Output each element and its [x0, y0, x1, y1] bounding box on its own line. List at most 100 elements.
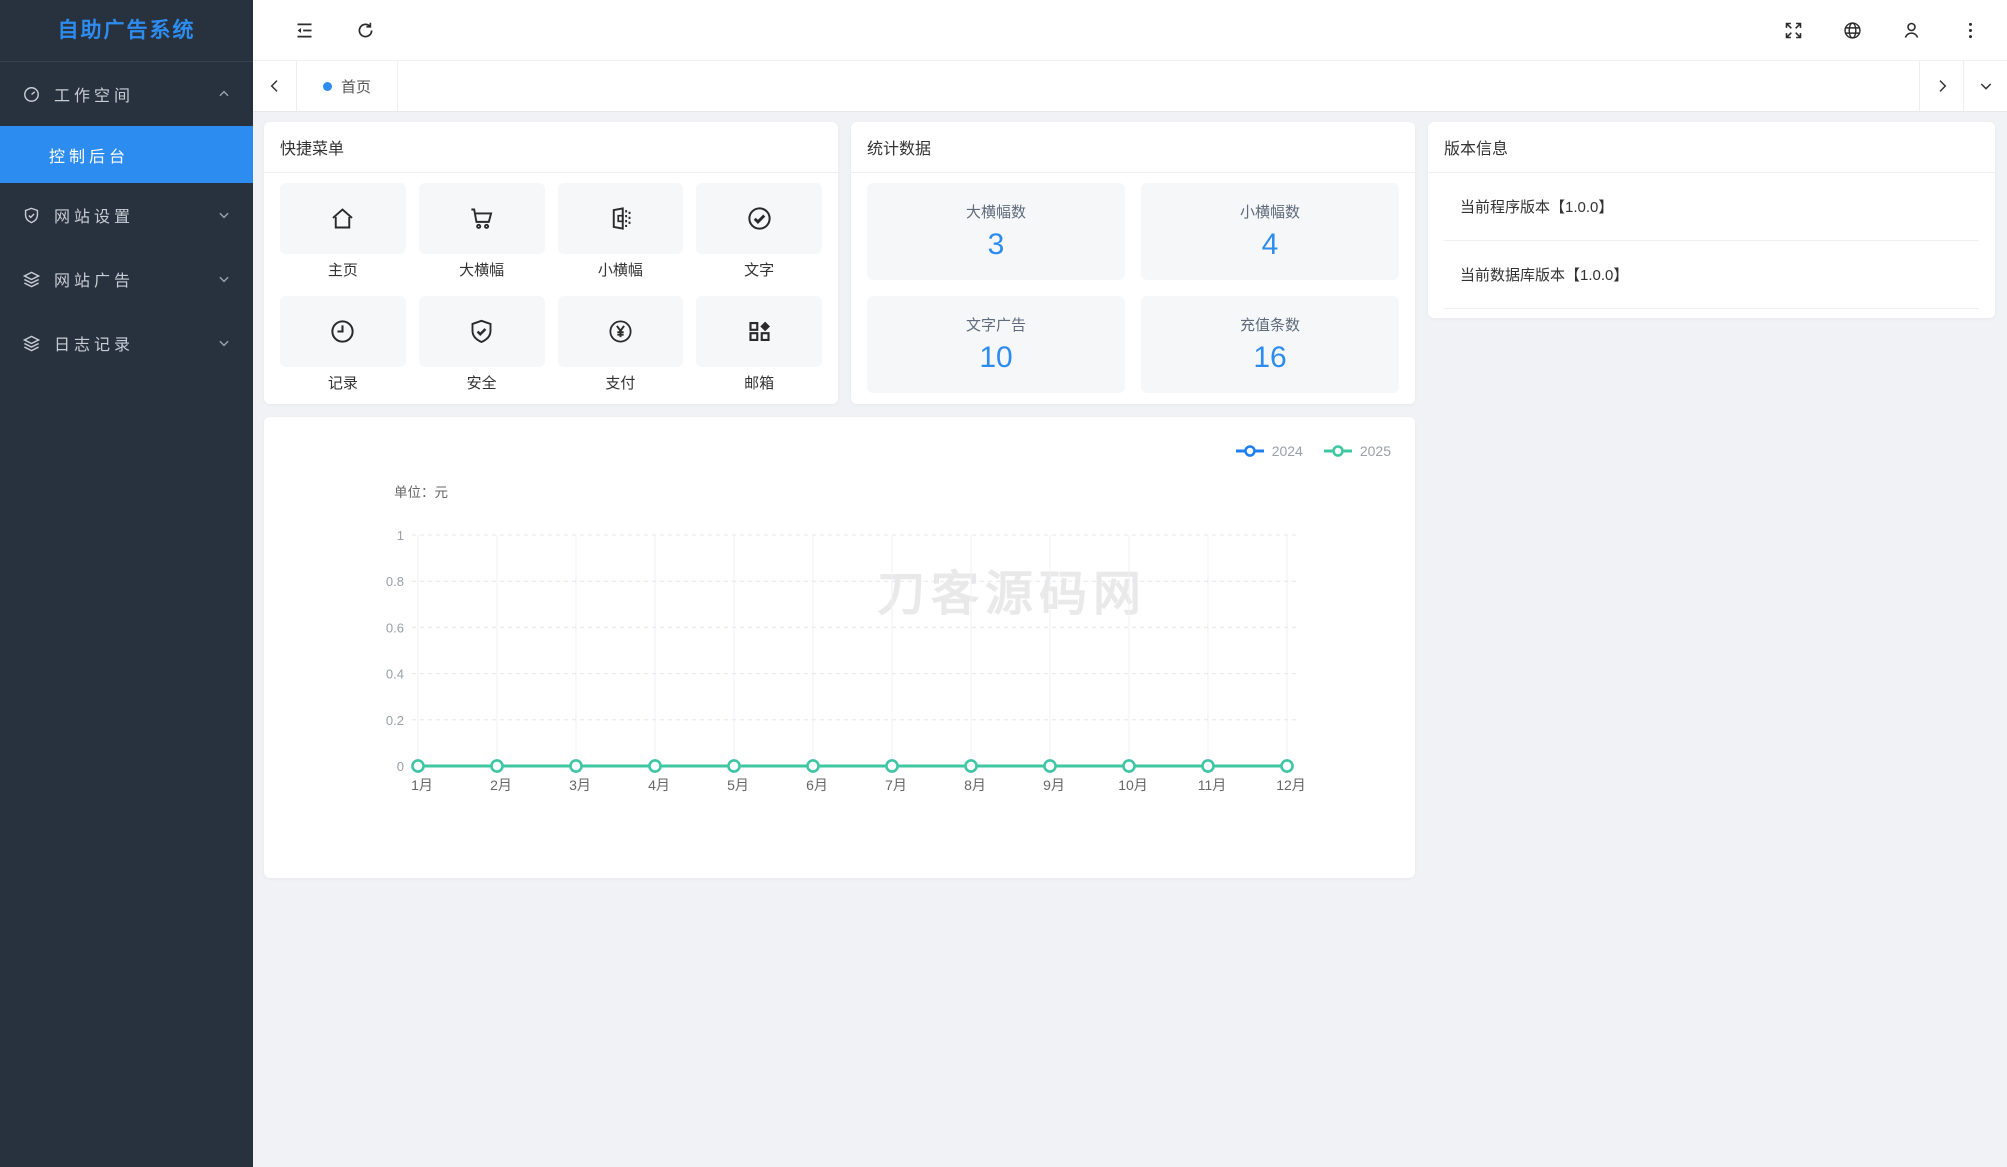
program-version-text: 当前程序版本【1.0.0】: [1444, 173, 1979, 241]
svg-text:4月: 4月: [648, 777, 670, 793]
layers-icon: [22, 334, 41, 353]
quick-item-label: 邮箱: [744, 375, 775, 392]
tab-bar: 首页: [253, 60, 2007, 112]
tabbar-spacer: [398, 61, 1919, 111]
stat-recharge-count: 充值条数 16: [1141, 296, 1399, 393]
quick-item-label: 支付: [605, 375, 636, 392]
card-title: 统计数据: [851, 122, 1415, 173]
shield-check-icon: [468, 318, 495, 345]
sidebar-item-label: 日志记录: [54, 337, 135, 354]
cart-icon: [468, 205, 495, 232]
trend-line-chart: 00.20.40.60.811月 2月 3月 4月 5月 6月 7月 8月 9月 10月 11月 12…: [386, 528, 1306, 793]
quick-menu-card: 快捷菜单 主页 大横幅 小横幅 文字 记录 安全 支付 邮箱: [264, 122, 838, 404]
menu-fold-icon[interactable]: [281, 0, 327, 60]
svg-text:9月: 9月: [1043, 777, 1065, 793]
quick-item-label: 主页: [327, 262, 358, 279]
version-card: 版本信息 当前程序版本【1.0.0】 当前数据库版本【1.0.0】: [1428, 122, 1995, 318]
sidebar: 自助广告系统 工作空间 控制后台 网站设置 网站广告 日志记录: [0, 0, 253, 1167]
svg-text:6月: 6月: [806, 777, 828, 793]
quick-item-home[interactable]: 主页: [280, 183, 406, 280]
quick-item-records[interactable]: 记录: [280, 296, 406, 393]
stat-value: 16: [1253, 341, 1287, 374]
quick-item-label: 文字: [744, 262, 775, 279]
svg-text:0: 0: [397, 759, 404, 774]
sidebar-item-site-ads[interactable]: 网站广告: [0, 247, 253, 311]
sidebar-item-label: 工作空间: [54, 88, 135, 105]
legend-item-2025[interactable]: 2025: [1323, 443, 1391, 459]
stat-label: 大横幅数: [965, 204, 1026, 221]
stat-label: 文字广告: [965, 317, 1026, 334]
refresh-icon[interactable]: [342, 0, 388, 60]
chevron-down-icon: [217, 336, 231, 350]
banner-panel-icon: [607, 205, 634, 232]
svg-text:11月: 11月: [1198, 777, 1227, 793]
chart-legend: 2024 2025: [1235, 443, 1391, 459]
tab-home[interactable]: 首页: [297, 61, 399, 111]
home-icon: [329, 205, 356, 232]
shield-icon: [22, 206, 41, 225]
grid-diamond-icon: [746, 318, 773, 345]
stat-label: 小横幅数: [1239, 204, 1300, 221]
fullscreen-icon[interactable]: [1770, 0, 1816, 60]
card-title: 快捷菜单: [264, 122, 838, 173]
trend-chart-card: 2024 2025 单位：元 刀客源码网 0 0.2 0.4 0.6 0.8 1 1月 2月 3月…: [264, 417, 1415, 878]
tabs-scroll-left-button[interactable]: [253, 61, 297, 111]
quick-item-mailbox[interactable]: 邮箱: [696, 296, 822, 393]
sidebar-item-workspace[interactable]: 工作空间: [0, 62, 253, 126]
quick-item-label: 大横幅: [459, 262, 505, 279]
user-icon[interactable]: [1888, 0, 1934, 60]
quick-item-payment[interactable]: 支付: [557, 296, 684, 393]
sidebar-subitem-label: 控制后台: [49, 148, 130, 166]
svg-text:0.6: 0.6: [386, 620, 404, 635]
chevron-up-icon: [217, 87, 231, 101]
active-tab-dot: [323, 81, 332, 91]
clock-icon: [329, 318, 356, 345]
svg-text:0.4: 0.4: [386, 667, 404, 682]
tabs-menu-button[interactable]: [1963, 61, 2007, 111]
svg-text:2月: 2月: [490, 777, 512, 793]
svg-text:1月: 1月: [411, 777, 433, 793]
database-version-text: 当前数据库版本【1.0.0】: [1444, 241, 1979, 309]
stat-value: 3: [987, 228, 1005, 261]
stat-big-banner-count: 大横幅数 3: [867, 183, 1125, 280]
svg-text:7月: 7月: [885, 777, 907, 793]
chart-unit-label: 单位：元: [394, 485, 448, 500]
legend-item-2024[interactable]: 2024: [1235, 443, 1303, 459]
svg-text:5月: 5月: [727, 777, 749, 793]
svg-text:3月: 3月: [569, 777, 591, 793]
globe-icon[interactable]: [1829, 0, 1875, 60]
chevron-down-icon: [217, 272, 231, 286]
quick-item-big-banner[interactable]: 大横幅: [418, 183, 545, 280]
gauge-icon: [22, 85, 41, 104]
quick-item-label: 安全: [466, 375, 497, 392]
sidebar-item-logs[interactable]: 日志记录: [0, 311, 253, 375]
card-title: 版本信息: [1428, 122, 1995, 173]
quick-item-label: 小横幅: [597, 262, 643, 279]
stat-text-ads-count: 文字广告 10: [867, 296, 1125, 393]
stat-value: 4: [1261, 228, 1279, 261]
svg-text:8月: 8月: [964, 777, 986, 793]
stat-small-banner-count: 小横幅数 4: [1141, 183, 1399, 280]
quick-item-text[interactable]: 文字: [696, 183, 822, 280]
more-dots-icon[interactable]: [1947, 0, 1993, 60]
tab-label: 首页: [341, 78, 372, 96]
quick-item-security[interactable]: 安全: [418, 296, 545, 393]
quick-item-label: 记录: [327, 375, 358, 392]
check-circle-icon: [746, 205, 773, 232]
app-title: 自助广告系统: [0, 0, 253, 62]
sidebar-item-label: 网站设置: [54, 209, 135, 226]
stats-card: 统计数据 大横幅数 3 小横幅数 4 文字广告 10 充值条数 16: [851, 122, 1415, 404]
top-header: [253, 0, 2007, 60]
quick-item-small-banner[interactable]: 小横幅: [557, 183, 684, 280]
yen-circle-icon: [607, 318, 634, 345]
tabs-scroll-right-button[interactable]: [1919, 61, 1963, 111]
svg-text:0.8: 0.8: [386, 574, 404, 589]
svg-text:12月: 12月: [1276, 777, 1306, 793]
svg-text:1: 1: [397, 528, 404, 543]
chevron-down-icon: [217, 208, 231, 222]
svg-text:10月: 10月: [1118, 777, 1148, 793]
stat-label: 充值条数: [1239, 317, 1300, 334]
sidebar-item-control-panel[interactable]: 控制后台: [0, 126, 253, 183]
sidebar-item-site-settings[interactable]: 网站设置: [0, 183, 253, 247]
svg-text:0.2: 0.2: [386, 713, 404, 728]
